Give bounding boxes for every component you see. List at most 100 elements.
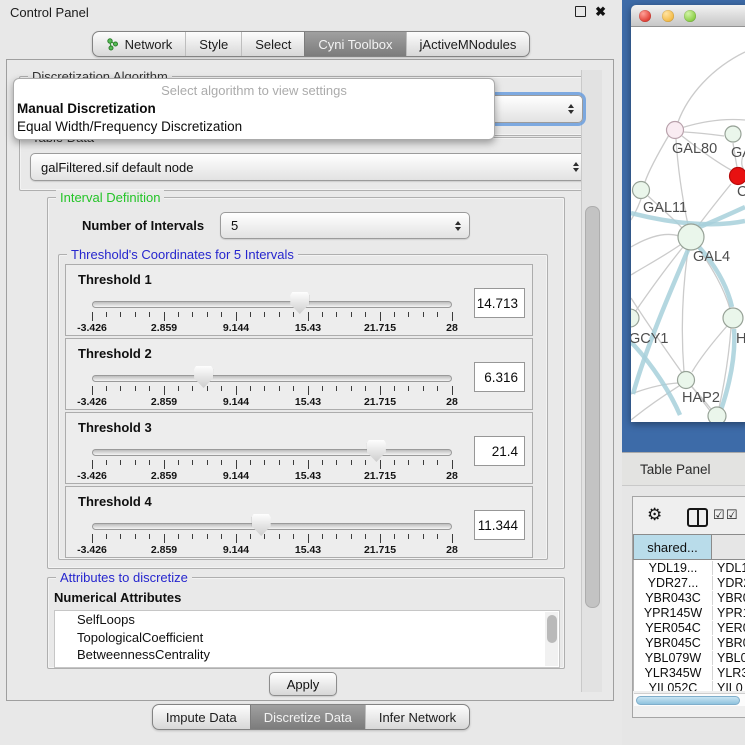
- algorithm-option[interactable]: Manual Discretization: [17, 101, 156, 116]
- gear-icon[interactable]: ⚙: [647, 505, 662, 525]
- network-node-gcy1[interactable]: [631, 309, 639, 327]
- node-label: HAP2: [682, 390, 720, 406]
- columns-icon[interactable]: [687, 508, 708, 527]
- tab-style[interactable]: Style: [185, 32, 241, 56]
- table-row[interactable]: YIL052CYIL0: [634, 680, 745, 691]
- table-row[interactable]: YBR045CYBR0: [634, 635, 745, 650]
- threshold-value-field[interactable]: 11.344: [474, 510, 525, 540]
- tick-mark: [452, 534, 453, 543]
- algorithm-popup: Select algorithm to view settings Manual…: [13, 78, 495, 140]
- numerical-attributes-label: Numerical Attributes: [54, 590, 181, 605]
- slider-thumb[interactable]: [367, 440, 386, 462]
- tab-infer-network[interactable]: Infer Network: [365, 705, 469, 729]
- table-hscrollbar[interactable]: [634, 693, 745, 706]
- network-node-ga[interactable]: [725, 126, 741, 142]
- close-icon[interactable]: ✖: [595, 5, 606, 18]
- tab-jactivemnodules[interactable]: jActiveMNodules: [406, 32, 530, 56]
- table-row[interactable]: YPR145WYPR1: [634, 605, 745, 620]
- tick-mark: [336, 534, 337, 539]
- list-scrollbar-thumb[interactable]: [547, 615, 557, 643]
- float-window-icon[interactable]: [575, 6, 586, 17]
- tick-mark: [365, 312, 366, 317]
- tick-label: 21.715: [348, 322, 412, 334]
- threshold-label: Threshold 3: [78, 420, 152, 435]
- tick-label: 15.43: [276, 396, 340, 408]
- attribute-list-item[interactable]: TopologicalCoefficient: [55, 629, 559, 647]
- table-row[interactable]: YER054CYER0: [634, 620, 745, 635]
- close-light-icon[interactable]: [639, 10, 651, 22]
- tick-label: 9.144: [204, 322, 268, 334]
- algorithm-popup-prompt: Select algorithm to view settings: [14, 83, 494, 98]
- table-data-group: Table Data galFiltered.sif default node: [19, 137, 599, 191]
- list-scrollbar[interactable]: [545, 612, 558, 666]
- numerical-attributes-list[interactable]: SelfLoopsTopologicalCoefficientBetweenne…: [54, 610, 560, 668]
- network-node-h[interactable]: [723, 308, 743, 328]
- network-view[interactable]: GAL80GACGAL11GAL4GCY1HHAP2: [631, 27, 745, 422]
- apply-button[interactable]: Apply: [269, 672, 337, 696]
- network-node-gal11[interactable]: [633, 182, 650, 199]
- checkbox-icon[interactable]: ☑: [726, 507, 738, 523]
- tick-mark: [336, 386, 337, 391]
- network-node-gal80[interactable]: [667, 122, 684, 139]
- tick-mark: [207, 534, 208, 539]
- slider-track[interactable]: [92, 301, 452, 308]
- threshold-value-field[interactable]: 6.316: [474, 362, 525, 392]
- tick-mark: [250, 386, 251, 391]
- algorithm-option[interactable]: Equal Width/Frequency Discretization: [17, 119, 242, 134]
- network-window[interactable]: GAL80GACGAL11GAL4GCY1HHAP2: [631, 5, 745, 422]
- tick-mark: [250, 534, 251, 539]
- threshold-label: Threshold 4: [78, 494, 152, 509]
- threshold-value-field[interactable]: 14.713: [474, 288, 525, 318]
- tab-select[interactable]: Select: [241, 32, 304, 56]
- tick-mark: [308, 386, 309, 395]
- number-of-intervals-combobox[interactable]: 5: [220, 212, 470, 239]
- threshold-value-field[interactable]: 21.4: [474, 436, 525, 466]
- network-canvas[interactable]: GAL80GACGAL11GAL4GCY1HHAP2: [631, 27, 745, 422]
- slider-track[interactable]: [92, 449, 452, 456]
- column-header-shared-name[interactable]: shared...: [633, 534, 712, 560]
- checkbox-icon[interactable]: ☑: [713, 507, 725, 523]
- control-panel-scrollbar[interactable]: [581, 70, 602, 692]
- tab-impute-data[interactable]: Impute Data: [153, 705, 250, 729]
- network-node-hap2[interactable]: [678, 372, 695, 389]
- table-row[interactable]: YDR27...YDR2: [634, 575, 745, 590]
- table-row[interactable]: YDL19...YDL1: [634, 560, 745, 575]
- slider-thumb[interactable]: [252, 514, 271, 536]
- tick-label: 2.859: [132, 396, 196, 408]
- tab-label: Impute Data: [166, 710, 237, 725]
- network-node-c[interactable]: [730, 168, 745, 185]
- table-row[interactable]: YBL079WYBL0: [634, 650, 745, 665]
- node-label: C: [737, 184, 745, 200]
- network-edge: [631, 234, 679, 247]
- table-row[interactable]: YBR043CYBR0: [634, 590, 745, 605]
- tab-discretize-data[interactable]: Discretize Data: [250, 705, 365, 729]
- slider-thumb[interactable]: [194, 366, 213, 388]
- tab-network[interactable]: Network: [93, 32, 186, 56]
- table-hscrollbar-thumb[interactable]: [636, 696, 740, 705]
- minimize-light-icon[interactable]: [662, 10, 674, 22]
- zoom-light-icon[interactable]: [684, 10, 696, 22]
- network-edge: [678, 52, 745, 122]
- network-node-gal4[interactable]: [678, 224, 704, 250]
- table-data-combobox[interactable]: galFiltered.sif default node: [30, 153, 588, 181]
- slider-track[interactable]: [92, 375, 452, 382]
- tick-label: 21.715: [348, 470, 412, 482]
- column-header-name[interactable]: na: [712, 534, 745, 560]
- tick-mark: [236, 386, 237, 395]
- cell-shared-name: YDL19...: [634, 561, 713, 575]
- slider-thumb[interactable]: [290, 292, 309, 314]
- attribute-list-item[interactable]: SelfLoops: [55, 611, 559, 629]
- tick-mark: [279, 312, 280, 317]
- table-row[interactable]: YLR345WYLR3: [634, 665, 745, 680]
- tick-mark: [308, 460, 309, 469]
- tick-mark: [380, 534, 381, 543]
- attribute-list-item[interactable]: BetweennessCentrality: [55, 646, 559, 664]
- tick-mark: [264, 386, 265, 391]
- slider-ticks: [92, 386, 452, 395]
- control-panel-scrollbar-thumb[interactable]: [585, 206, 600, 608]
- network-node[interactable]: [708, 407, 726, 422]
- tick-mark: [106, 312, 107, 317]
- tab-cyni-toolbox[interactable]: Cyni Toolbox: [304, 32, 405, 56]
- slider-track[interactable]: [92, 523, 452, 530]
- tick-mark: [149, 386, 150, 391]
